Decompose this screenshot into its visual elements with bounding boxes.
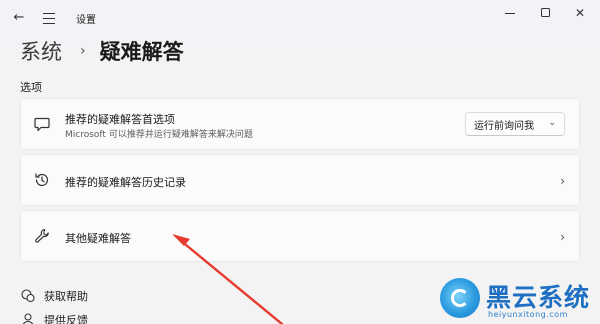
card-subtitle: Microsoft 可以推荐并运行疑难解答来解决问题	[65, 130, 253, 140]
history-icon	[35, 173, 49, 187]
chevron-right-icon: ›	[560, 174, 565, 188]
card-history[interactable]: 推荐的疑难解答历史记录 ›	[20, 154, 580, 206]
breadcrumb-parent[interactable]: 系统	[20, 36, 62, 66]
close-button[interactable]: ✕	[566, 4, 594, 22]
back-arrow-icon[interactable]: ←	[10, 9, 28, 27]
feedback-icon	[22, 313, 34, 324]
page-title: 疑难解答	[99, 40, 184, 64]
settings-window: ← 设置 ✕ 系统 › 疑难解答 选项 推荐的疑难解答首选项 Microsoft…	[0, 0, 600, 324]
card-title: 推荐的疑难解答历史记录	[65, 176, 186, 189]
window-title: 设置	[76, 15, 96, 26]
watermark: 黑云系统 heiyunxitong.com	[440, 276, 600, 324]
help-icon	[21, 289, 35, 303]
section-label: 选项	[20, 81, 42, 94]
card-other-troubleshooters[interactable]: 其他疑难解答 ›	[20, 210, 580, 262]
get-help-link[interactable]: 获取帮助	[20, 288, 88, 304]
watermark-url: heiyunxitong.com	[488, 310, 568, 319]
wrench-icon	[35, 228, 49, 243]
watermark-logo-icon	[440, 278, 480, 318]
chat-icon	[34, 117, 50, 132]
chevron-right-icon: ›	[560, 230, 565, 244]
chevron-down-icon: ⌄	[548, 118, 556, 128]
minimize-button[interactable]	[496, 4, 524, 22]
card-recommended-preferences: 推荐的疑难解答首选项 Microsoft 可以推荐并运行疑难解答来解决问题 运行…	[20, 98, 580, 150]
maximize-button[interactable]	[532, 4, 560, 22]
watermark-title: 黑云系统	[486, 283, 591, 312]
breadcrumb-separator: ›	[80, 43, 86, 59]
breadcrumb: 系统 › 疑难解答	[20, 36, 184, 66]
feedback-label: 提供反馈	[44, 314, 88, 324]
get-help-label: 获取帮助	[44, 290, 88, 303]
card-title: 推荐的疑难解答首选项	[65, 113, 175, 126]
preference-dropdown[interactable]: 运行前询问我 ⌄	[465, 112, 565, 136]
feedback-link[interactable]: 提供反馈	[20, 312, 88, 324]
card-title: 其他疑难解答	[65, 232, 131, 245]
hamburger-icon[interactable]	[40, 9, 58, 27]
dropdown-value: 运行前询问我	[474, 120, 534, 132]
title-bar: ← 设置 ✕	[0, 0, 600, 36]
